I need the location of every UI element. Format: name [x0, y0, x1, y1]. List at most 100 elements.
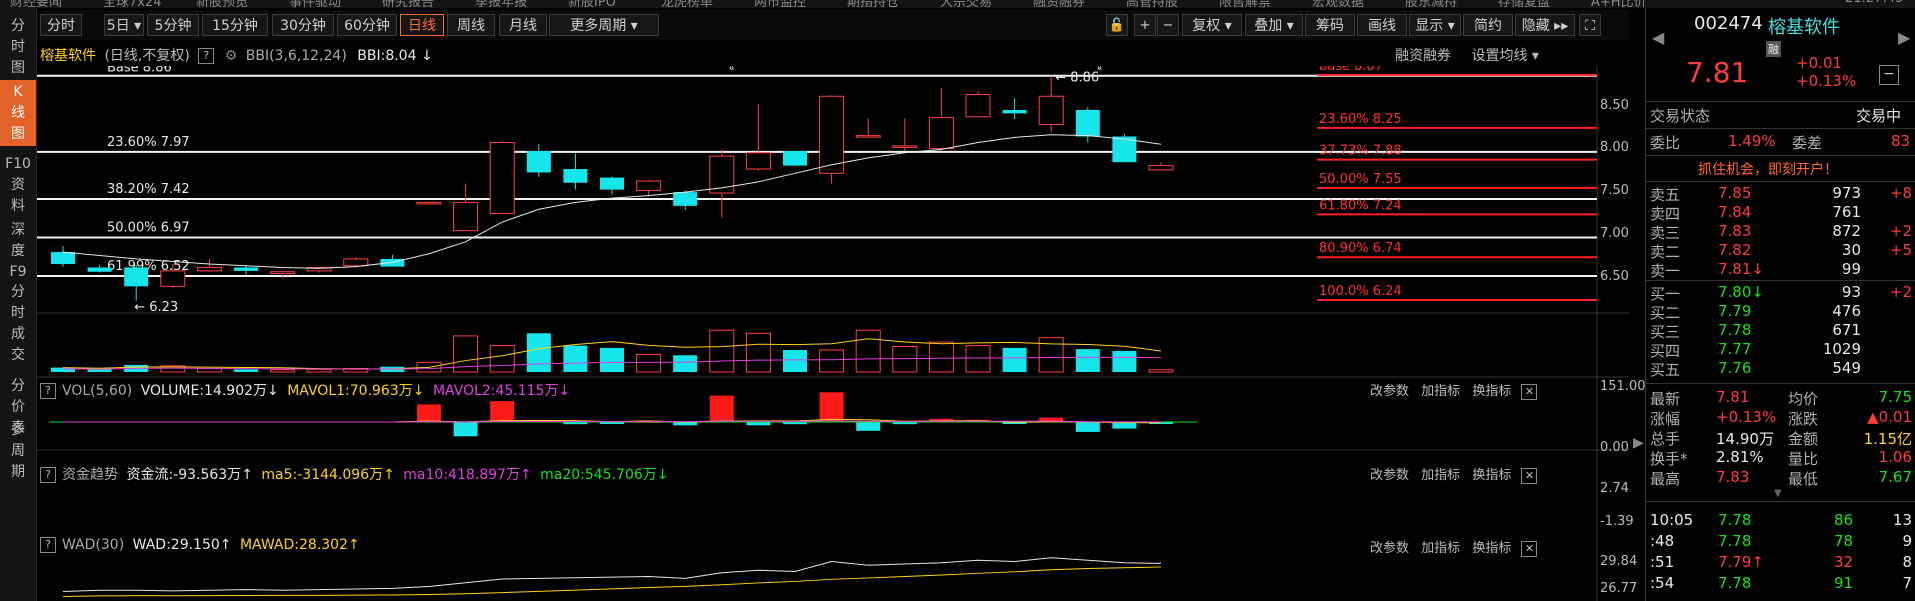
- top-strip-item[interactable]: 高管持股: [1126, 0, 1178, 8]
- period-button[interactable]: 30分钟: [272, 14, 334, 36]
- lock-icon[interactable]: 🔓: [1106, 14, 1128, 36]
- toolbar-button[interactable]: 复权 ▾: [1182, 14, 1242, 36]
- candle[interactable]: [600, 176, 624, 195]
- period-button[interactable]: 分时: [40, 14, 82, 36]
- candle[interactable]: [892, 118, 918, 152]
- candle[interactable]: [234, 265, 258, 275]
- toolbar-button[interactable]: 简约: [1463, 14, 1513, 36]
- candle[interactable]: [563, 153, 588, 190]
- candle[interactable]: [196, 258, 222, 272]
- add-indicator-button[interactable]: 加指标: [1421, 384, 1460, 399]
- candle[interactable]: [1002, 97, 1027, 120]
- candle[interactable]: [855, 118, 881, 138]
- left-nav-item[interactable]: 分 时 图: [0, 14, 36, 78]
- switch-indicator-button[interactable]: 换指标: [1472, 541, 1511, 556]
- bid-row[interactable]: 买三 7.78 671: [1646, 321, 1915, 342]
- left-nav-item[interactable]: 多 周 期: [0, 418, 36, 480]
- toolbar-button[interactable]: 叠加 ▾: [1245, 14, 1303, 36]
- set-ma-link[interactable]: 设置均线 ▾: [1471, 48, 1538, 64]
- candle[interactable]: [745, 104, 771, 171]
- zoom-in-icon[interactable]: +: [1134, 14, 1156, 36]
- toolbar-button[interactable]: 筹码: [1305, 14, 1355, 36]
- vol-name[interactable]: VOL(5,60): [62, 383, 132, 399]
- top-strip-item[interactable]: 限售解禁: [1219, 0, 1271, 8]
- period-button[interactable]: 15分钟: [202, 14, 268, 36]
- top-strip-item[interactable]: 存储复盘: [1498, 0, 1550, 8]
- edit-params-button[interactable]: 改参数: [1370, 384, 1409, 399]
- left-nav-item[interactable]: 深 度 F9: [0, 218, 36, 280]
- period-button[interactable]: 更多周期 ▾: [549, 14, 659, 36]
- bid-row[interactable]: 买四 7.77 1029: [1646, 340, 1915, 361]
- settings-gear-icon[interactable]: ⚙: [225, 48, 238, 64]
- period-button[interactable]: 5日 ▾: [104, 14, 144, 36]
- toolbar-button[interactable]: 画线: [1357, 14, 1407, 36]
- candle[interactable]: [965, 91, 991, 118]
- candle[interactable]: [416, 201, 442, 205]
- candle[interactable]: [783, 151, 807, 167]
- period-button[interactable]: 5分钟: [147, 14, 199, 36]
- top-strip-item[interactable]: 新股IPO: [568, 0, 616, 8]
- candle[interactable]: [1075, 107, 1100, 143]
- next-stock-icon[interactable]: ▶: [1898, 28, 1910, 47]
- left-nav-item[interactable]: 分 时 成 交: [0, 280, 36, 372]
- drag-handle-icon[interactable]: ⇕: [1095, 66, 1104, 73]
- bid-row[interactable]: 买一 7.80↓ 93 +2: [1646, 283, 1915, 304]
- period-button[interactable]: 日线: [400, 14, 444, 36]
- period-button[interactable]: 周线: [447, 14, 495, 36]
- candle[interactable]: [709, 149, 735, 218]
- candle[interactable]: [453, 183, 479, 232]
- top-strip-item[interactable]: 融资融券: [1033, 0, 1085, 8]
- period-button[interactable]: 月线: [499, 14, 547, 36]
- close-icon[interactable]: ✕: [1521, 467, 1538, 484]
- candle[interactable]: [819, 95, 845, 184]
- candle[interactable]: [1148, 162, 1174, 171]
- top-strip-item[interactable]: 季报年报: [475, 0, 527, 8]
- open-account-promo[interactable]: 抓住机会，即刻开户！: [1698, 159, 1838, 179]
- fund-name[interactable]: 资金趋势: [62, 467, 118, 483]
- prev-stock-icon[interactable]: ◀: [1652, 28, 1664, 47]
- candle[interactable]: [51, 246, 75, 267]
- top-strip-item[interactable]: 期指持仓: [847, 0, 899, 8]
- close-icon[interactable]: ✕: [1521, 540, 1538, 557]
- indicator-name[interactable]: BBI(3,6,12,24): [246, 48, 347, 64]
- ask-row[interactable]: 卖四 7.84 761: [1646, 203, 1915, 224]
- edit-params-button[interactable]: 改参数: [1370, 468, 1409, 483]
- top-strip-item[interactable]: A+H比价: [1591, 0, 1647, 8]
- ask-row[interactable]: 卖三 7.83 872 +2: [1646, 222, 1915, 243]
- fullscreen-icon[interactable]: ⛶: [1579, 14, 1601, 36]
- ask-row[interactable]: 卖二 7.82 30 +5: [1646, 241, 1915, 262]
- kline-chart[interactable]: 23.60% 7.9738.20% 7.4250.00% 6.9761.99% …: [37, 66, 1629, 601]
- help-icon[interactable]: ?: [198, 48, 215, 64]
- collapse-right-icon[interactable]: ▶: [1633, 435, 1644, 451]
- top-strip-item[interactable]: 两市监控: [754, 0, 806, 8]
- top-strip-item[interactable]: 新股预览: [196, 0, 248, 8]
- drag-handle-icon[interactable]: ⇕: [727, 66, 736, 73]
- add-indicator-button[interactable]: 加指标: [1421, 541, 1460, 556]
- switch-indicator-button[interactable]: 换指标: [1472, 468, 1511, 483]
- period-button[interactable]: 60分钟: [337, 14, 397, 36]
- candle[interactable]: [489, 140, 515, 215]
- top-strip-item[interactable]: 龙虎榜单: [661, 0, 713, 8]
- toolbar-button[interactable]: 隐藏 ▸▸: [1515, 14, 1575, 36]
- switch-indicator-button[interactable]: 换指标: [1472, 384, 1511, 399]
- top-strip-item[interactable]: 事件驱动: [289, 0, 341, 8]
- candle[interactable]: [526, 144, 551, 177]
- candle[interactable]: [636, 180, 662, 197]
- margin-trading-link[interactable]: 融资融券: [1395, 48, 1451, 64]
- wad-help-icon[interactable]: ?: [40, 537, 56, 553]
- top-strip-item[interactable]: 宏观数据: [1312, 0, 1364, 8]
- remove-watch-icon[interactable]: −: [1879, 65, 1899, 85]
- left-nav-item[interactable]: K 线 图: [0, 80, 36, 146]
- left-nav-item[interactable]: F10 资 料: [0, 152, 36, 214]
- vol-help-icon[interactable]: ?: [40, 383, 56, 399]
- top-strip-item[interactable]: 大宗交易: [940, 0, 992, 8]
- candle[interactable]: [928, 87, 954, 152]
- bid-row[interactable]: 买五 7.76 549: [1646, 359, 1915, 380]
- top-strip-item[interactable]: 研究报告: [382, 0, 434, 8]
- left-nav-item[interactable]: 分 价 表: [0, 374, 36, 436]
- add-indicator-button[interactable]: 加指标: [1421, 468, 1460, 483]
- candle[interactable]: [124, 264, 149, 301]
- wad-name[interactable]: WAD(30): [62, 537, 124, 553]
- edit-params-button[interactable]: 改参数: [1370, 541, 1409, 556]
- fund-help-icon[interactable]: ?: [40, 467, 56, 483]
